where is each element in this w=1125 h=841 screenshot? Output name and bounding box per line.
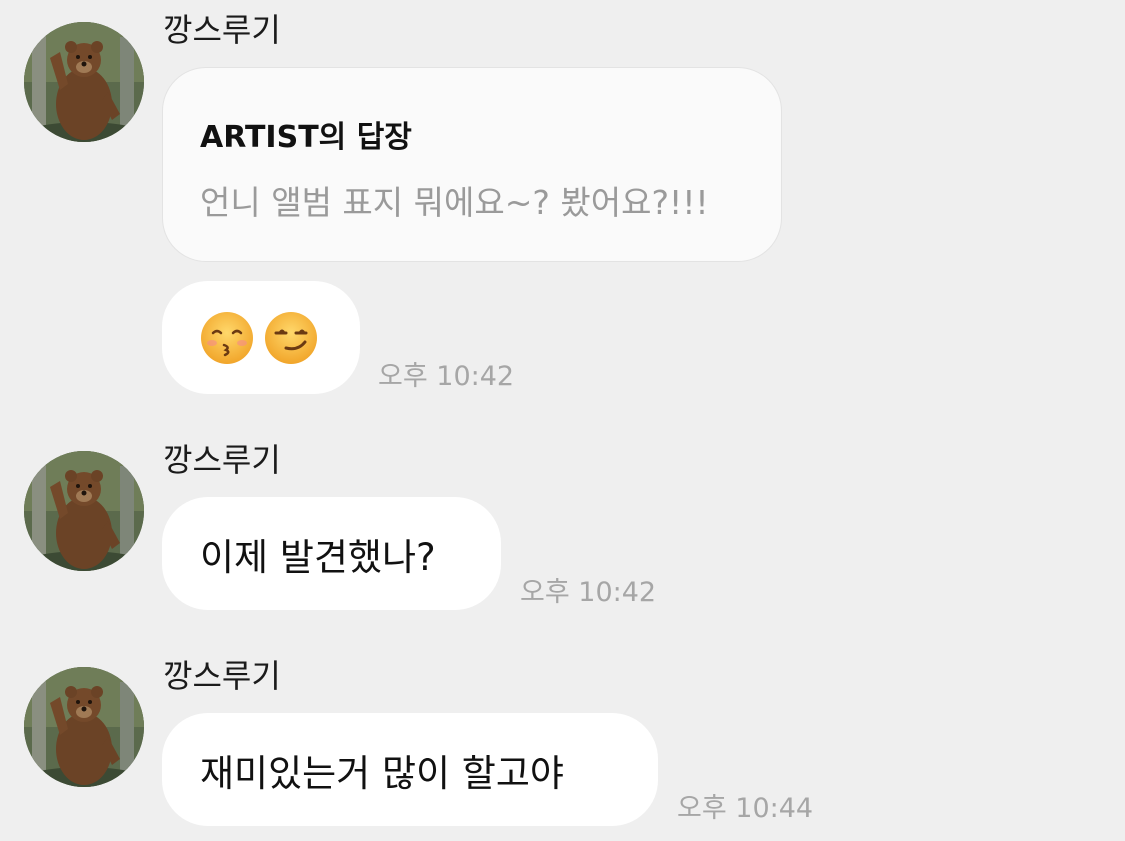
sender-name: 깡스루기 (163, 657, 281, 695)
emoji-message-bubble[interactable] (162, 281, 360, 394)
message-text: 이제 발견했나? (200, 535, 436, 579)
timestamp: 오후 10:42 (520, 577, 657, 608)
smirking-face-icon (264, 311, 318, 369)
message-bubble[interactable]: 재미있는거 많이 할고야 (162, 713, 658, 826)
sender-name: 깡스루기 (163, 11, 281, 49)
timestamp: 오후 10:44 (677, 793, 814, 824)
avatar[interactable] (24, 667, 144, 787)
artist-reply-quote[interactable]: ARTIST의 답장 언니 앨범 표지 뭐에요~? 봤어요?!!! (162, 67, 782, 262)
message-text: 재미있는거 많이 할고야 (200, 751, 564, 795)
message-bubble[interactable]: 이제 발견했나? (162, 497, 501, 610)
avatar[interactable] (24, 22, 144, 142)
sender-name: 깡스루기 (163, 441, 281, 479)
reply-title: ARTIST의 답장 (200, 120, 412, 155)
avatar[interactable] (24, 451, 144, 571)
kissing-face-closed-eyes-icon (200, 311, 254, 369)
reply-quoted-text: 언니 앨범 표지 뭐에요~? 봤어요?!!! (200, 183, 709, 222)
timestamp: 오후 10:42 (378, 361, 515, 392)
